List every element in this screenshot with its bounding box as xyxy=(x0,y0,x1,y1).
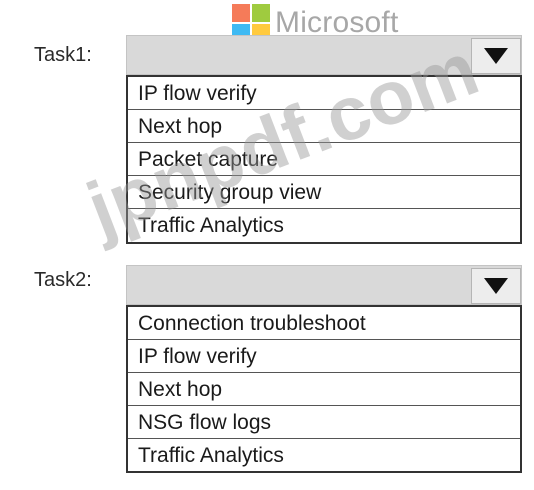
task1-dropdown-button[interactable] xyxy=(471,38,521,74)
task1-option[interactable]: Next hop xyxy=(128,110,520,143)
task1-option[interactable]: Traffic Analytics xyxy=(128,209,520,242)
task1-option[interactable]: Packet capture xyxy=(128,143,520,176)
dropdown-arrow-icon xyxy=(484,278,508,294)
task1-option[interactable]: Security group view xyxy=(128,176,520,209)
task2-option[interactable]: Connection troubleshoot xyxy=(128,307,520,340)
task2-option[interactable]: IP flow verify xyxy=(128,340,520,373)
task1-options-list: IP flow verify Next hop Packet capture S… xyxy=(126,75,522,244)
task2-label: Task2: xyxy=(34,269,92,291)
task2-option[interactable]: Traffic Analytics xyxy=(128,439,520,472)
task2-options-list: Connection troubleshoot IP flow verify N… xyxy=(126,305,522,473)
task2-option[interactable]: NSG flow logs xyxy=(128,406,520,439)
task2-dropdown[interactable] xyxy=(126,265,522,305)
task1-dropdown[interactable] xyxy=(126,35,522,75)
task2-option[interactable]: Next hop xyxy=(128,373,520,406)
task1-label: Task1: xyxy=(34,44,92,66)
dropdown-arrow-icon xyxy=(484,48,508,64)
task1-option[interactable]: IP flow verify xyxy=(128,77,520,110)
task2-dropdown-button[interactable] xyxy=(471,268,521,304)
